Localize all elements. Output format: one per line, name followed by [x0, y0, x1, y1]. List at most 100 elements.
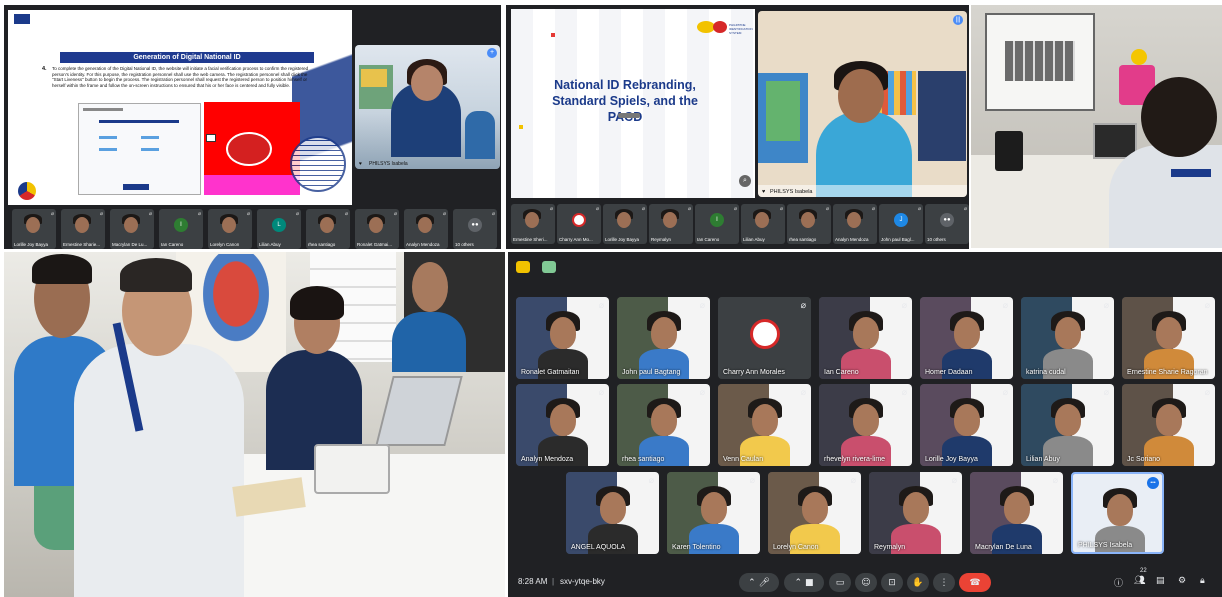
participant-name: rhea santiago: [789, 237, 817, 242]
strip-tile[interactable]: ⌀ Lorelyn Canon: [208, 209, 252, 249]
more-options-button[interactable]: ⋮: [933, 573, 955, 592]
avatar-initial: I: [710, 213, 724, 227]
participant-name: Ian Careno: [697, 237, 720, 242]
mic-off-icon: ⌀: [963, 206, 967, 212]
strip-tile[interactable]: ⌀ rhea santiago: [306, 209, 350, 249]
participant-count: 22: [1140, 568, 1147, 574]
participant-name: 10 others: [927, 237, 946, 242]
strip-tile[interactable]: ⌀ Ronalet Gatmai...: [355, 209, 399, 249]
leave-call-button[interactable]: ☎: [959, 573, 991, 592]
participant-tile[interactable]: ⌀ Reymalyn: [869, 472, 962, 554]
strip-tile[interactable]: ●● ⌀ 10 others: [453, 209, 497, 249]
avatar-initial: L: [272, 218, 286, 232]
strip-tile[interactable]: ⌀ Analyn Mendoza: [833, 204, 877, 244]
shared-slide: PHILIPPINE IDENTIFICATION SYSTEM Nationa…: [511, 9, 755, 198]
meet-gallery-window: ⌀ Ronalet Gatmaitan ⌀ John paul Bagtang ⌀ Cha…: [508, 252, 1222, 568]
people-icon[interactable]: 👥︎: [1134, 576, 1145, 586]
mic-off-icon: ⌀: [699, 388, 705, 398]
mic-off-icon: ⌀: [1103, 388, 1109, 398]
wall-map: [194, 254, 278, 354]
participant-face: [1055, 404, 1081, 436]
participant-tile[interactable]: ⌀ Lorelyn Canon: [768, 472, 861, 554]
mic-off-icon: ⌀: [442, 211, 446, 217]
slide-item-number: 4.: [42, 66, 47, 72]
strip-tile[interactable]: J ⌀ John paul Bagl...: [879, 204, 923, 244]
participant-face: [1156, 404, 1182, 436]
participant-name: Lorille Joy Bayya: [605, 237, 640, 242]
slide-zoom-icon: ⌕: [739, 175, 751, 187]
participant-tile[interactable]: ⌀ Jc Soriano: [1122, 384, 1215, 466]
present-button[interactable]: ⊡: [881, 573, 903, 592]
others-avatars: ●●: [940, 213, 954, 227]
participant-strip: ⌀ Ernestine Sheri... ⌀ Charry Ann Mo... ⌀ Lor…: [506, 200, 969, 248]
meet-toolbar: 8:28 AM | sxv-ytqe-bky ⌃ 🎤︎ ⌃ ■ ▭ ☺ ⊡ ✋ …: [508, 568, 1222, 597]
raise-hand-button[interactable]: ✋: [907, 573, 929, 592]
participant-tile[interactable]: ⌀ Ronalet Gatmaitan: [516, 297, 609, 379]
host-controls-icon[interactable]: 🔒︎: [1200, 576, 1205, 586]
participant-tile[interactable]: ⌀ Lorille Joy Bayya: [920, 384, 1013, 466]
emoji-button[interactable]: ☺: [855, 573, 877, 592]
avatar-face: [124, 217, 138, 233]
participant-tile[interactable]: ⌀ ANGEL AQUOLA: [566, 472, 659, 554]
strip-tile[interactable]: ⌀ Reymalyn: [649, 204, 693, 244]
strip-tile[interactable]: ⌀ Lilian Abuy: [741, 204, 785, 244]
participant-tile[interactable]: ⌀ Venn Caulan: [718, 384, 811, 466]
strip-tile[interactable]: ●● ⌀ 10 others: [925, 204, 969, 244]
chat-icon[interactable]: ▤: [1156, 576, 1165, 586]
participant-face: [651, 404, 677, 436]
avatar-face: [755, 212, 769, 228]
participant-tile[interactable]: ⌀ Ernestine Sharie Ragoran: [1122, 297, 1215, 379]
strip-tile[interactable]: I ⌀ Ian Careno: [159, 209, 203, 249]
participant-name: Ernestine Sharie...: [63, 242, 101, 247]
participant-name: rhevelyn rivera-lime: [824, 456, 886, 463]
participant-name: John paul Bagl...: [881, 237, 915, 242]
participant-tile[interactable]: ⌀ Charry Ann Morales: [718, 297, 811, 379]
captions-button[interactable]: ▭: [829, 573, 851, 592]
participant-tile[interactable]: ⌀ katrina cudal: [1021, 297, 1114, 379]
meeting-panel-slide-share: Generation of Digital National ID 4. To …: [4, 5, 501, 249]
participant-tile[interactable]: ⌀ Analyn Mendoza: [516, 384, 609, 466]
participant-face: [550, 317, 576, 349]
participant-tile[interactable]: ⌀ Lilian Abuy: [1021, 384, 1114, 466]
mic-off-icon: ⌀: [1204, 388, 1210, 398]
participant-name: Analyn Mendoza: [521, 456, 574, 463]
participant-name: ANGEL AQUOLA: [571, 544, 626, 551]
strip-tile[interactable]: I ⌀ Ian Careno: [695, 204, 739, 244]
strip-tile[interactable]: ⌀ Lorille Joy Bayya: [12, 209, 56, 249]
participant-tile[interactable]: ⌀ John paul Bagtang: [617, 297, 710, 379]
participant-name: Charry Ann Mo...: [559, 237, 593, 242]
participant-face: [651, 317, 677, 349]
strip-tile[interactable]: ⌀ Ernestine Sharie...: [61, 209, 105, 249]
info-icon[interactable]: ⓘ: [1114, 576, 1123, 589]
activities-icon[interactable]: [542, 261, 556, 273]
mic-off-icon: ⌀: [598, 301, 604, 311]
mic-off-icon: ⌀: [344, 211, 348, 217]
camera-options-button[interactable]: ⌃ ■: [784, 573, 824, 592]
participant-tile[interactable]: ⌀ rhea santiago: [617, 384, 710, 466]
strip-tile[interactable]: ⌀ Macrylan De Lu...: [110, 209, 154, 249]
mic-off-icon: ⌀: [1002, 301, 1008, 311]
participant-tile[interactable]: ⌀ Macrylan De Luna: [970, 472, 1063, 554]
participant-tile[interactable]: ⌀ Ian Careno: [819, 297, 912, 379]
strip-tile[interactable]: ⌀ Ernestine Sheri...: [511, 204, 555, 244]
participant-tile[interactable]: ⌀ rhevelyn rivera-lime: [819, 384, 912, 466]
participant-tile[interactable]: ⌀ Homer Dadaan: [920, 297, 1013, 379]
speaker-tile[interactable]: PHILSYS Isabela ♥ |||: [758, 11, 967, 197]
participant-name: Ernestine Sheri...: [513, 237, 548, 242]
participant-tile[interactable]: ••• PHILSYS Isabela: [1071, 472, 1164, 554]
sidebar-toggle-icon[interactable]: [516, 261, 530, 273]
strip-tile[interactable]: ⌀ Lorille Joy Bayya: [603, 204, 647, 244]
strip-tile[interactable]: ⌀ Analyn Mendoza: [404, 209, 448, 249]
participant-tile[interactable]: ⌀ Karen Tolentino: [667, 472, 760, 554]
speaking-indicator-icon: +: [487, 48, 497, 58]
strip-tile[interactable]: L ⌀ Lilian Abuy: [257, 209, 301, 249]
speaker-name: PHILSYS Isabela: [770, 189, 813, 195]
strip-tile[interactable]: ⌀ Charry Ann Mo...: [557, 204, 601, 244]
speaker-tile[interactable]: PHILSYS Isabela ♥: [355, 45, 500, 169]
mic-options-button[interactable]: ⌃ 🎤︎: [739, 573, 779, 592]
activities-icon[interactable]: ⚙: [1178, 576, 1186, 586]
participant-name: Ernestine Sharie Ragoran: [1127, 369, 1208, 376]
strip-tile[interactable]: ⌀ rhea santiago: [787, 204, 831, 244]
slide-camera-preview: [204, 102, 300, 195]
participant-name: Lilian Abuy: [259, 242, 281, 247]
